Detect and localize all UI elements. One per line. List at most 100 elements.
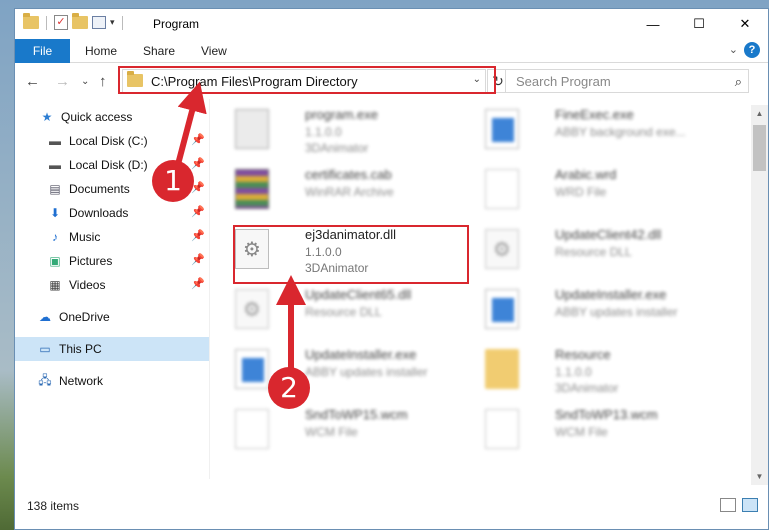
sidebar-item-local-disk-c[interactable]: ▬ Local Disk (C:) 📌 — [15, 129, 209, 153]
file-item-certificates-cab[interactable]: certificates.cab WinRAR Archive — [215, 161, 465, 221]
sidebar-item-pictures[interactable]: ▣ Pictures 📌 — [15, 249, 209, 273]
customize-icon[interactable] — [92, 16, 106, 29]
view-toggles — [720, 498, 758, 512]
network-icon: 🖧 — [38, 372, 52, 387]
minimize-button[interactable]: — — [630, 9, 676, 39]
sidebar-item-downloads[interactable]: ⬇ Downloads 📌 — [15, 201, 209, 225]
pin-icon: 📌 — [191, 230, 205, 242]
app-window-icon — [485, 289, 519, 329]
details-view-icon[interactable] — [720, 498, 736, 512]
file-item-resource[interactable]: Resource 1.1.0.0 3DAnimator — [465, 341, 715, 401]
file-detail: WCM File — [555, 425, 608, 439]
tab-view[interactable]: View — [201, 44, 227, 58]
file-detail: 3DAnimator — [555, 381, 619, 395]
sidebar-item-label: Quick access — [61, 110, 133, 124]
file-item-updateinstaller-exe[interactable]: UpdateInstaller.exe ABBY updates install… — [215, 341, 465, 401]
properties-check-icon[interactable]: ✓ — [54, 15, 68, 30]
file-item-updateclient42-dll[interactable]: ⚙ UpdateClient42.dll Resource DLL — [465, 221, 715, 281]
tab-share[interactable]: Share — [143, 44, 175, 58]
file-detail: 1.1.0.0 — [555, 365, 592, 379]
file-item-updateinstaller-exe[interactable]: UpdateInstaller.exe ABBY updates install… — [465, 281, 715, 341]
chevron-down-icon[interactable]: ▾ — [110, 17, 115, 28]
sidebar-item-label: Pictures — [69, 254, 113, 268]
file-icon — [485, 409, 519, 449]
close-button[interactable]: ✕ — [722, 9, 768, 39]
folder-icon — [485, 349, 519, 389]
file-detail: ABBY updates installer — [555, 305, 678, 319]
window-title: Program — [153, 17, 200, 31]
onedrive-icon: ☁ — [39, 310, 51, 324]
file-item-updateclient65-dll[interactable]: ⚙ UpdateClient65.dll Resource DLL — [215, 281, 465, 341]
videos-icon: ▦ — [49, 278, 61, 292]
drive-icon: ▬ — [49, 134, 61, 148]
file-detail: Resource DLL — [305, 305, 382, 319]
folder-icon — [23, 13, 39, 29]
computer-icon: ▭ — [39, 342, 51, 356]
sidebar-item-quick-access[interactable]: ★ Quick access — [15, 105, 209, 129]
file-item-arabic-wrd[interactable]: Arabic.wrd WRD File — [465, 161, 715, 221]
sidebar-item-label: Downloads — [69, 206, 129, 220]
file-detail: 1.1.0.0 — [305, 125, 342, 139]
scroll-down-icon[interactable]: ▼ — [751, 468, 768, 485]
sidebar-item-label: Music — [69, 230, 101, 244]
file-detail: ABBY background exe... — [555, 125, 686, 139]
search-icon[interactable]: ⌕ — [735, 74, 742, 90]
file-name: UpdateInstaller.exe — [555, 287, 667, 302]
recent-locations-icon[interactable]: ⌄ — [81, 76, 89, 87]
up-button[interactable]: ↑ — [99, 73, 107, 90]
file-name: program.exe — [305, 107, 378, 122]
search-box[interactable]: Search Program ⌕ — [505, 69, 749, 93]
pin-icon: 📌 — [191, 158, 205, 170]
pin-icon: 📌 — [191, 278, 205, 290]
help-icon[interactable]: ? — [744, 42, 760, 58]
file-item-sndtowp13-wcm[interactable]: SndToWP13.wcm WCM File — [465, 401, 715, 461]
pane-divider — [209, 99, 210, 479]
file-name: UpdateClient42.dll — [555, 227, 662, 242]
new-folder-icon[interactable] — [72, 13, 88, 29]
sidebar-item-music[interactable]: ♪ Music 📌 — [15, 225, 209, 249]
dll-gear-icon: ⚙ — [235, 289, 269, 329]
drive-icon: ▬ — [49, 158, 61, 172]
sidebar-item-this-pc[interactable]: ▭ This PC — [15, 337, 209, 361]
file-item-program-exe[interactable]: program.exe 1.1.0.0 3DAnimator — [215, 101, 465, 161]
toolbar-divider — [121, 15, 123, 30]
music-icon: ♪ — [52, 230, 58, 244]
file-name: certificates.cab — [305, 167, 392, 182]
sidebar-item-videos[interactable]: ▦ Videos 📌 — [15, 273, 209, 297]
rar-icon — [235, 169, 269, 209]
file-item-fineexec-exe[interactable]: FineExec.exe ABBY background exe... — [465, 101, 715, 161]
file-detail: WRD File — [555, 185, 607, 199]
downloads-icon: ⬇ — [49, 206, 61, 220]
file-list: program.exe 1.1.0.0 3DAnimator FineExec.… — [215, 101, 745, 481]
tab-file[interactable]: File — [15, 39, 70, 63]
search-placeholder: Search Program — [516, 74, 611, 89]
expand-ribbon-icon[interactable]: ⌄ — [729, 43, 738, 56]
sidebar-item-label: OneDrive — [59, 310, 110, 324]
file-highlight-box — [233, 225, 469, 284]
pictures-icon: ▣ — [49, 254, 61, 268]
back-button[interactable]: ← — [25, 73, 40, 90]
vertical-scrollbar[interactable]: ▲ ▼ — [751, 105, 768, 485]
file-item-sndtowp15-wcm[interactable]: SndToWP15.wcm WCM File — [215, 401, 465, 461]
toolbar-divider — [46, 15, 47, 30]
sidebar-item-label: Videos — [69, 278, 106, 292]
exe-icon — [235, 109, 269, 149]
sidebar-item-network[interactable]: 🖧 Network — [15, 369, 209, 393]
item-count: 138 items — [27, 499, 80, 513]
quick-access-toolbar: ✓ ▾ — [23, 13, 126, 30]
sidebar-item-label: This PC — [59, 342, 102, 356]
maximize-button[interactable]: ☐ — [676, 9, 722, 39]
title-bar: ✓ ▾ Program — ☐ ✕ — [15, 9, 768, 39]
sidebar-item-onedrive[interactable]: ☁ OneDrive — [15, 305, 209, 329]
tiles-view-icon[interactable] — [742, 498, 758, 512]
tab-home[interactable]: Home — [85, 44, 117, 58]
documents-icon: ▤ — [49, 182, 61, 196]
file-name: FineExec.exe — [555, 107, 634, 122]
ribbon-tabs: File Home Share View ⌄ ? — [15, 39, 768, 63]
scroll-up-icon[interactable]: ▲ — [751, 105, 768, 122]
file-detail: 3DAnimator — [305, 141, 369, 155]
dll-gear-icon: ⚙ — [485, 229, 519, 269]
forward-button[interactable]: → — [55, 73, 70, 90]
file-detail: Resource DLL — [555, 245, 632, 259]
scrollbar-thumb[interactable] — [753, 125, 766, 171]
